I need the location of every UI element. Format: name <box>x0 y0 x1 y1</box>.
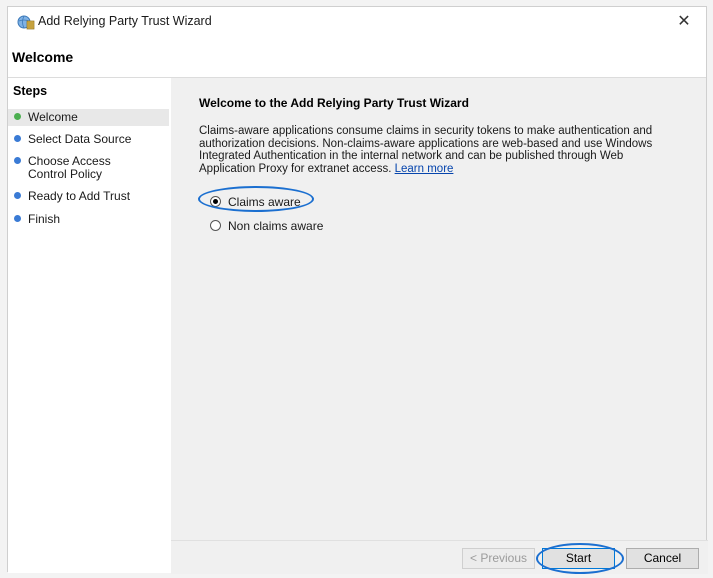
steps-pane: Steps Welcome Select Data Source Choose … <box>8 78 171 573</box>
learn-more-link[interactable]: Learn more <box>395 163 454 175</box>
title-bar: Add Relying Party Trust Wizard ✕ <box>8 7 706 37</box>
claims-aware-radio[interactable] <box>210 196 221 207</box>
step-select-data-source: Select Data Source <box>8 131 169 148</box>
step-label: Finish <box>28 212 61 226</box>
non-claims-aware-label[interactable]: Non claims aware <box>228 219 323 233</box>
step-welcome: Welcome <box>8 109 169 126</box>
content-pane: Welcome to the Add Relying Party Trust W… <box>180 78 706 540</box>
step-status-icon <box>14 157 21 164</box>
wizard-globe-icon <box>17 13 35 31</box>
start-button[interactable]: Start <box>542 548 615 569</box>
description-text: Claims-aware applications consume claims… <box>199 125 669 175</box>
wizard-body: Steps Welcome Select Data Source Choose … <box>8 77 708 574</box>
steps-title: Steps <box>13 84 48 98</box>
step-status-icon <box>14 192 21 199</box>
step-choose-access-control-policy: Choose Access Control Policy <box>8 153 169 183</box>
wizard-window: Add Relying Party Trust Wizard ✕ Welcome… <box>7 6 708 574</box>
button-bar: < Previous Start Cancel <box>171 540 708 574</box>
content-heading: Welcome to the Add Relying Party Trust W… <box>199 96 469 110</box>
step-status-icon <box>14 215 21 222</box>
step-ready-to-add-trust: Ready to Add Trust <box>8 188 169 205</box>
wizard-header: Welcome <box>8 37 706 77</box>
step-label: Choose Access Control Policy <box>28 154 111 181</box>
window-title: Add Relying Party Trust Wizard <box>38 14 212 28</box>
step-status-icon <box>14 113 21 120</box>
previous-button[interactable]: < Previous <box>462 548 535 569</box>
claims-aware-label[interactable]: Claims aware <box>228 195 301 209</box>
close-icon[interactable]: ✕ <box>672 10 696 34</box>
non-claims-aware-radio[interactable] <box>210 220 221 231</box>
page-title: Welcome <box>12 49 74 65</box>
step-label: Welcome <box>28 110 78 124</box>
step-label: Ready to Add Trust <box>28 189 131 203</box>
step-label: Select Data Source <box>28 132 132 146</box>
step-status-icon <box>14 135 21 142</box>
step-finish: Finish <box>8 211 169 228</box>
cancel-button[interactable]: Cancel <box>626 548 699 569</box>
